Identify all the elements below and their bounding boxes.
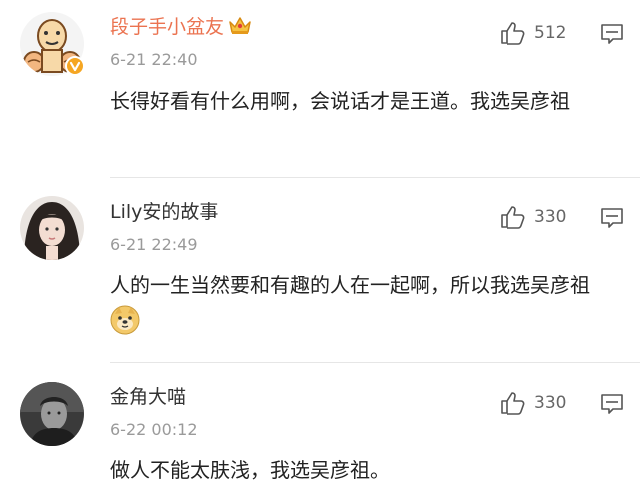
reply-button[interactable]	[600, 22, 624, 46]
crown-vip-icon	[228, 14, 252, 42]
comment-divider	[110, 362, 640, 363]
username-text[interactable]: 金角大喵	[110, 386, 186, 408]
username[interactable]: Lily安的故事	[110, 200, 218, 224]
like-count: 512	[534, 23, 567, 43]
avatar[interactable]	[20, 382, 84, 446]
comment-time: 6-22 00:12	[110, 420, 198, 439]
comment-text-body: 人的一生当然要和有趣的人在一起啊，所以我选吴彦祖	[110, 273, 590, 297]
reply-button[interactable]	[600, 392, 624, 416]
comment-divider	[110, 177, 640, 178]
like-button[interactable]: 330	[500, 391, 566, 415]
man-photo-avatar	[20, 382, 84, 446]
like-button[interactable]: 330	[500, 205, 566, 229]
thumbs-up-icon	[501, 392, 525, 415]
reply-button[interactable]	[600, 206, 624, 230]
username-text[interactable]: 段子手小盆友	[110, 16, 224, 38]
username-text[interactable]: Lily安的故事	[110, 201, 218, 223]
comment-time: 6-21 22:40	[110, 50, 198, 69]
doge-emoji-icon	[110, 305, 140, 347]
thumbs-up-icon	[501, 22, 525, 45]
comment-bubble-icon	[601, 24, 623, 44]
like-button[interactable]: 512	[500, 21, 566, 45]
username[interactable]: 段子手小盆友	[110, 14, 252, 42]
comment-text: 人的一生当然要和有趣的人在一起啊，所以我选吴彦祖	[110, 267, 610, 347]
comment-text: 做人不能太肤浅，我选吴彦祖。	[110, 458, 390, 482]
girl-photo-avatar	[20, 196, 84, 260]
comment-bubble-icon	[601, 394, 623, 414]
comment-bubble-icon	[601, 208, 623, 228]
like-count: 330	[534, 207, 567, 227]
comment-text: 长得好看有什么用啊，会说话才是王道。我选吴彦祖	[110, 89, 570, 113]
avatar[interactable]	[20, 196, 84, 260]
like-count: 330	[534, 393, 567, 413]
verified-v-badge-icon	[65, 56, 85, 76]
username[interactable]: 金角大喵	[110, 385, 186, 409]
thumbs-up-icon	[501, 206, 525, 229]
comment-time: 6-21 22:49	[110, 235, 198, 254]
